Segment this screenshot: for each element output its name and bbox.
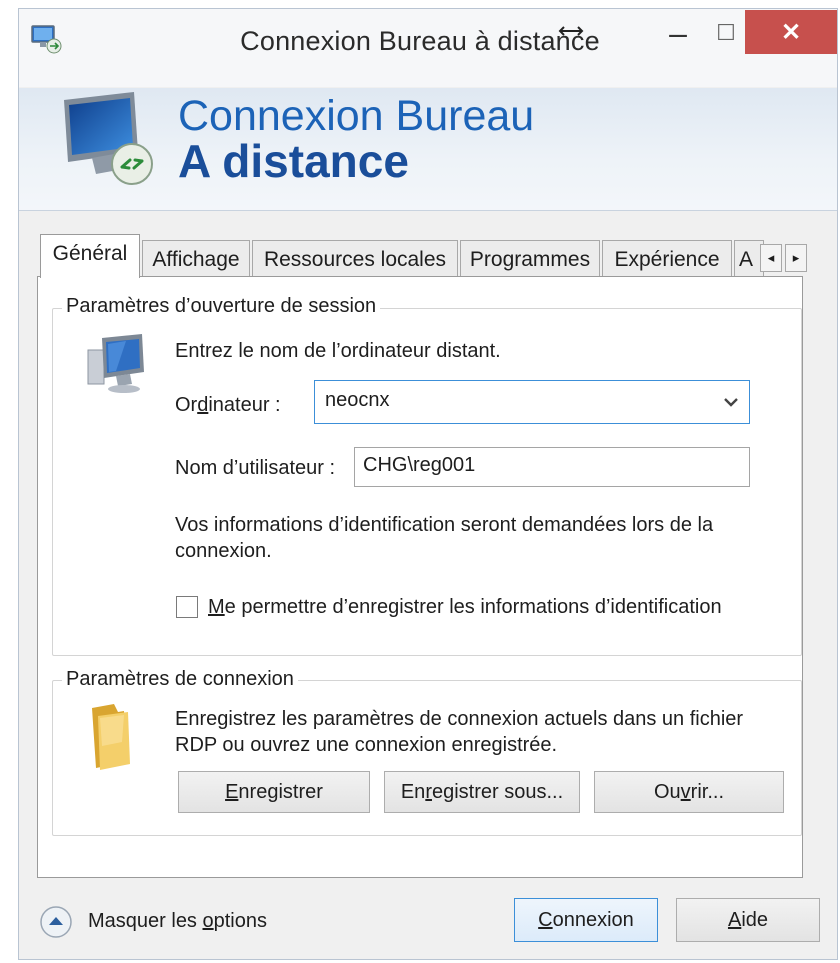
computer-value: neocnx: [325, 389, 390, 411]
help-button[interactable]: Aide: [676, 898, 820, 942]
logon-settings-label: Paramètres d’ouverture de session: [62, 295, 381, 318]
hide-options-link[interactable]: Masquer les options: [88, 908, 267, 934]
close-icon: ✕: [780, 18, 802, 46]
computer-icon: [82, 332, 152, 396]
chevron-down-icon[interactable]: [722, 394, 740, 410]
computer-label: Ordinateur :: [175, 394, 281, 416]
minimize-button[interactable]: –: [648, 12, 708, 54]
save-button[interactable]: Enregistrer: [178, 771, 370, 813]
computer-combobox[interactable]: neocnx: [314, 380, 750, 424]
save-credentials-checkbox[interactable]: [176, 596, 198, 618]
username-value: CHG\reg001: [363, 454, 476, 476]
maximize-icon: ☐: [716, 20, 736, 45]
tab-scroll-right-button[interactable]: ▸: [785, 244, 807, 272]
tab-experience[interactable]: Expérience: [602, 240, 732, 276]
save-as-button[interactable]: En r egistrer sous...: [384, 771, 580, 813]
save-credentials-label[interactable]: Me permettre d’enregistrer les informati…: [208, 594, 722, 620]
folder-icon: [84, 702, 140, 772]
instruction-text: Entrez le nom de l’ordinateur distant.: [175, 340, 501, 362]
tab-programs[interactable]: Programmes: [460, 240, 600, 276]
banner-title-line2: A distance: [178, 135, 409, 187]
resize-cursor-icon: [558, 22, 584, 40]
tab-general[interactable]: Général: [40, 234, 140, 278]
connection-settings-label: Paramètres de connexion: [62, 668, 298, 691]
tab-local-resources[interactable]: Ressources locales: [252, 240, 458, 276]
credentials-note: Vos informations d’identification seront…: [175, 514, 714, 562]
maximize-button[interactable]: ☐: [710, 12, 742, 54]
username-label: Nom d’utilisateur :: [175, 457, 336, 479]
tab-scroll-left-button[interactable]: ◂: [760, 244, 782, 272]
window-title: Connexion Bureau à distance: [240, 26, 600, 56]
connect-button[interactable]: Connexion: [514, 898, 658, 942]
rdp-monitor-large-icon: [52, 92, 162, 192]
open-button[interactable]: Ou v rir...: [594, 771, 784, 813]
tab-display[interactable]: Affichage: [142, 240, 250, 276]
connection-description: Enregistrez les paramètres de connexion …: [175, 708, 744, 756]
minimize-icon: –: [669, 14, 687, 51]
arrow-left-icon: ◂: [767, 250, 775, 265]
close-button[interactable]: ✕: [745, 10, 837, 54]
chevron-up-circle-icon[interactable]: [38, 904, 74, 940]
app-icon[interactable]: [30, 24, 64, 54]
username-field[interactable]: CHG\reg001: [354, 447, 750, 487]
arrow-right-icon: ▸: [792, 250, 800, 265]
